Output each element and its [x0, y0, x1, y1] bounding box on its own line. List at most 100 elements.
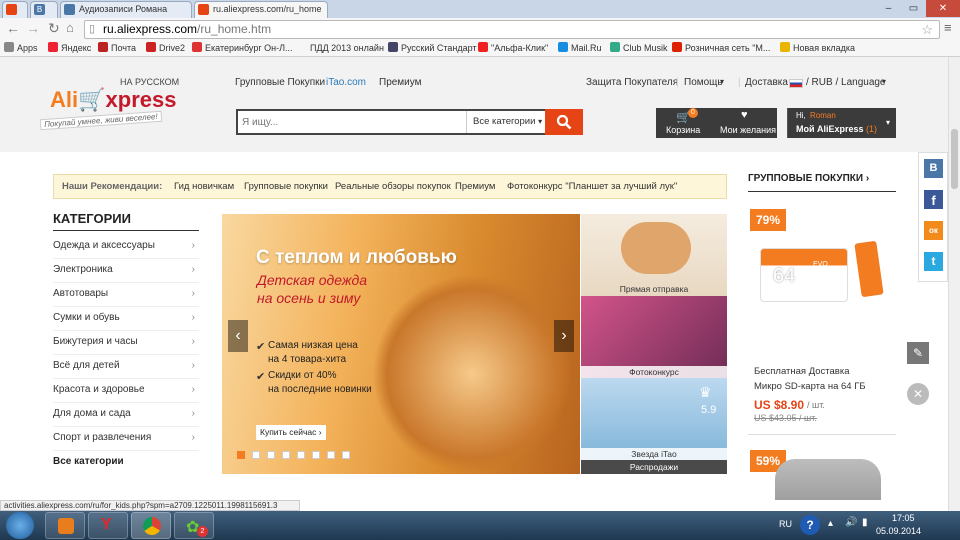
bookmark-drive2[interactable]: Drive2 [146, 40, 185, 56]
rec-link-guide[interactable]: Гид новичкам [174, 175, 234, 198]
bookmark-apps[interactable]: Apps [4, 40, 38, 56]
category-auto[interactable]: Автотовары › [53, 283, 199, 307]
clock-date[interactable]: 05.09.2014 [876, 526, 921, 536]
vk-icon: B [34, 4, 45, 15]
price-unit: / шт. [807, 400, 825, 410]
bookmark-newtab[interactable]: Новая вкладка [780, 40, 855, 56]
nav-group-buy[interactable]: Групповые Покупки [235, 77, 325, 88]
tab-vk-pinned[interactable]: B [30, 1, 58, 18]
group-buy-title[interactable]: ГРУППОВЫЕ ПОКУПКИ › [748, 173, 869, 184]
tile-photo-contest[interactable]: Фотоконкурс [581, 296, 727, 378]
wishlist-button[interactable]: ♥ Мои желания [717, 108, 777, 138]
buyer-protection-link[interactable]: Защита Покупателя [586, 77, 678, 88]
menu-icon[interactable]: ≡ [944, 20, 952, 35]
banner-dot[interactable] [237, 451, 245, 459]
category-clothing[interactable]: Одежда и аксессуары › [53, 235, 199, 259]
currency-language-link[interactable]: / RUB / Language [806, 77, 886, 88]
sweater-image[interactable] [775, 459, 881, 500]
address-bar[interactable]: ▯ ru.aliexpress.com/ru_home.htm ☆ [84, 20, 940, 39]
bookmark-rs[interactable]: Русский Стандарт [388, 40, 477, 56]
close-window-button[interactable]: ✕ [926, 0, 960, 17]
page-scrollbar[interactable] [948, 57, 960, 512]
category-jewelry[interactable]: Бижутерия и часы › [53, 331, 199, 355]
bookmark-clubmusik[interactable]: Club Musik [610, 40, 668, 56]
tab-aliexpress[interactable]: ru.aliexpress.com/ru_home [194, 1, 328, 18]
tile-sales[interactable]: Распродажи [581, 460, 727, 474]
taskbar-chrome[interactable] [131, 512, 171, 539]
reload-icon[interactable]: ↻ [48, 20, 60, 37]
banner-dot[interactable] [327, 451, 335, 459]
forward-icon[interactable]: → [26, 20, 40, 36]
bookmark-pdd[interactable]: ПДД 2013 онлайн [310, 40, 384, 56]
newtab-icon [780, 42, 790, 52]
taskbar-media-player[interactable] [45, 512, 85, 539]
twitter-share-icon[interactable]: t [924, 252, 943, 271]
nav-itao[interactable]: iTao.com [326, 77, 366, 88]
close-circle-icon[interactable]: ✕ [907, 383, 929, 405]
aliexpress-logo[interactable]: Ali🛒xpress [50, 87, 176, 113]
taskbar-icq[interactable]: ✿ 2 [174, 512, 214, 539]
nav-premium[interactable]: Премиум [379, 77, 422, 88]
categories-title: КАТЕГОРИИ [53, 211, 131, 226]
category-home-garden[interactable]: Для дома и сада › [53, 403, 199, 427]
search-button[interactable] [545, 109, 583, 135]
product-name[interactable]: Микро SD-карта на 64 ГБ [754, 381, 866, 392]
odnoklassniki-share-icon[interactable]: ок [924, 221, 943, 240]
taskbar-yandex-browser[interactable]: Y [88, 512, 128, 539]
product-price: US $8.90 [754, 398, 805, 412]
rec-link-premium[interactable]: Премиум [455, 175, 495, 198]
clock-time[interactable]: 17:05 [892, 513, 915, 523]
bookmark-yandex[interactable]: Яндекс [48, 40, 91, 56]
banner-dot[interactable] [297, 451, 305, 459]
back-icon[interactable]: ← [6, 20, 20, 36]
vk-share-icon[interactable]: В [924, 159, 943, 178]
network-icon[interactable]: ▮ [862, 517, 868, 528]
volume-icon[interactable]: 🔊 [845, 517, 857, 528]
minimize-button[interactable]: – [876, 0, 901, 17]
scrollbar-thumb[interactable] [951, 129, 958, 189]
banner-next-arrow-icon[interactable]: › [554, 320, 574, 352]
banner-dot[interactable] [312, 451, 320, 459]
my-aliexpress-label: Мой AliExpress [796, 124, 864, 134]
bookmark-mailru[interactable]: Mail.Ru [558, 40, 602, 56]
banner-dot[interactable] [282, 451, 290, 459]
maximize-button[interactable]: ▭ [901, 0, 926, 17]
buy-now-button[interactable]: Купить сейчас › [256, 425, 326, 440]
category-beauty[interactable]: Красота и здоровье › [53, 379, 199, 403]
edit-pencil-icon[interactable]: ✎ [907, 342, 929, 364]
banner-dot[interactable] [252, 451, 260, 459]
bookmark-ekb[interactable]: Екатеринбург Он-Л... [192, 40, 293, 56]
bookmark-alfa[interactable]: "Альфа-Клик" [478, 40, 548, 56]
category-select[interactable]: Все категории ▾ [466, 111, 546, 133]
help-link[interactable]: Помощь [684, 77, 723, 88]
category-all[interactable]: Все категории [53, 451, 199, 475]
banner-prev-arrow-icon[interactable]: ‹ [228, 320, 248, 352]
help-question-icon[interactable]: ? [800, 515, 820, 535]
language-indicator[interactable]: RU [779, 519, 792, 529]
bookmark-mail[interactable]: Почта [98, 40, 136, 56]
home-icon[interactable]: ⌂ [66, 20, 74, 35]
bookmark-retail[interactable]: Розничная сеть "М... [672, 40, 770, 56]
tab-aliexpress-pinned[interactable] [2, 1, 28, 18]
tab-audio[interactable]: Аудиозаписи Романа [60, 1, 192, 18]
bookmark-star-icon[interactable]: ☆ [921, 21, 933, 38]
rec-link-reviews[interactable]: Реальные обзоры покупок [335, 175, 451, 198]
rec-link-photo-contest[interactable]: Фотоконкурс "Планшет за лучший лук" [507, 175, 677, 198]
tray-arrow-icon[interactable]: ▴ [828, 518, 833, 529]
start-button-icon[interactable] [6, 512, 34, 539]
search-input[interactable] [238, 111, 466, 133]
category-sport[interactable]: Спорт и развлечения › [53, 427, 199, 451]
banner-dot[interactable] [342, 451, 350, 459]
category-electronics[interactable]: Электроника › [53, 259, 199, 283]
rec-link-group[interactable]: Групповые покупки [244, 175, 328, 198]
category-kids[interactable]: Всё для детей › [53, 355, 199, 379]
category-bags-shoes[interactable]: Сумки и обувь › [53, 307, 199, 331]
main-banner[interactable]: С теплом и любовью Детская одежда на осе… [222, 214, 580, 474]
windows-taskbar: Y ✿ 2 RU ? ▴ 🔊 ▮ 17:05 05.09.2014 [0, 511, 960, 540]
tile-direct-shipping[interactable]: Прямая отправка [581, 214, 727, 296]
banner-dot[interactable] [267, 451, 275, 459]
my-aliexpress-menu[interactable]: Hi, Roman Мой AliExpress (1) ▾ [787, 108, 896, 138]
sd-card-image[interactable]: 64 EVO [760, 248, 848, 302]
tile-itao-star[interactable]: ♛ 5.9 Звезда iTao [581, 378, 727, 460]
facebook-share-icon[interactable]: f [924, 190, 943, 209]
